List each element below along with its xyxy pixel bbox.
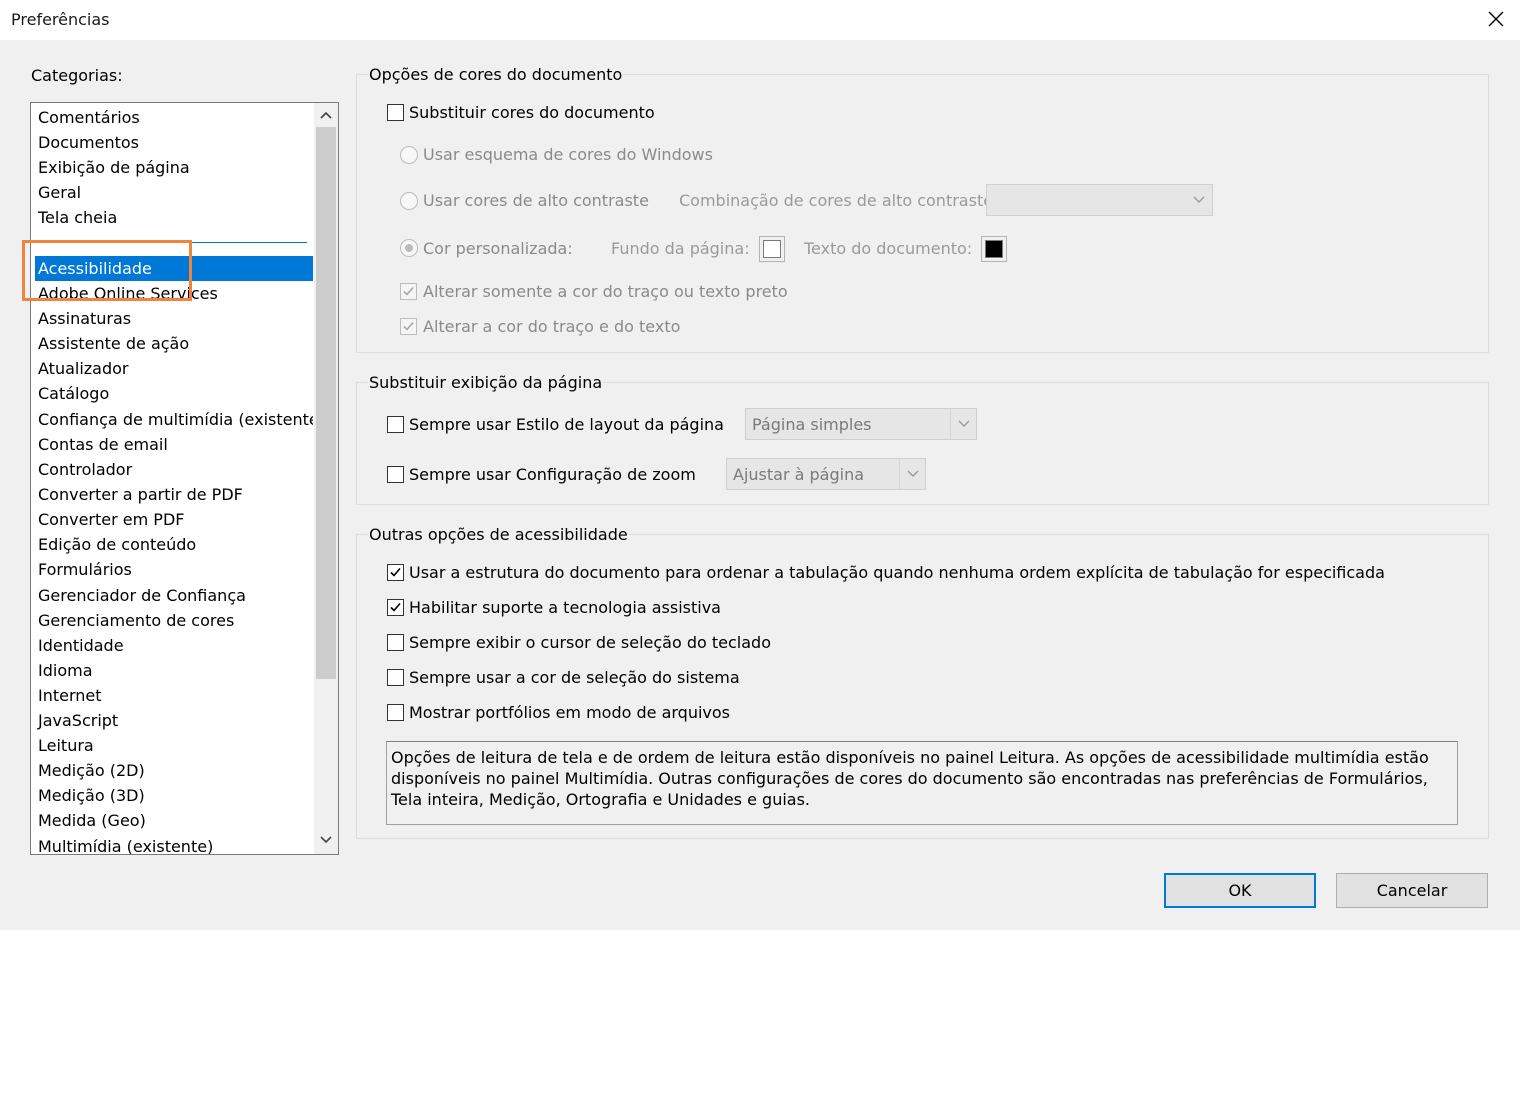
dropdown-arrow <box>1186 185 1212 215</box>
list-item-converter-a-partir-de-pdf[interactable]: Converter a partir de PDF <box>35 482 313 507</box>
page-display-title: Substituir exibição da página <box>368 373 604 392</box>
change-line-text-label: Alterar a cor do traço e do texto <box>423 317 681 336</box>
portfolios-checkbox[interactable] <box>387 704 404 721</box>
keyboard-cursor-label: Sempre exibir o cursor de seleção do tec… <box>409 633 771 652</box>
dropdown-arrow <box>899 459 925 489</box>
close-icon <box>1488 11 1504 27</box>
list-item-medida-geo[interactable]: Medida (Geo) <box>35 808 313 833</box>
list-item-comentarios[interactable]: Comentários <box>35 105 313 130</box>
list-separator <box>35 242 307 243</box>
high-contrast-label: Usar cores de alto contraste <box>423 191 649 210</box>
always-layout-label: Sempre usar Estilo de layout da página <box>409 415 724 434</box>
page-background-swatch[interactable] <box>759 236 785 262</box>
list-item-catalogo[interactable]: Catálogo <box>35 381 313 406</box>
change-black-only-label: Alterar somente a cor do traço ou texto … <box>423 282 788 301</box>
cancel-button[interactable]: Cancelar <box>1336 873 1488 908</box>
doc-colors-title: Opções de cores do documento <box>368 65 624 84</box>
list-scrollbar[interactable] <box>314 103 338 854</box>
list-item-tela-cheia[interactable]: Tela cheia <box>35 205 313 230</box>
categories-label: Categorias: <box>31 66 123 85</box>
layout-dropdown-value: Página simples <box>752 415 872 434</box>
tab-order-checkbox[interactable] <box>387 564 404 581</box>
list-item-geral[interactable]: Geral <box>35 180 313 205</box>
scroll-down-button[interactable] <box>314 830 338 852</box>
system-selection-label: Sempre usar a cor de seleção do sistema <box>409 668 740 687</box>
replace-colors-checkbox[interactable] <box>387 104 404 121</box>
list-item-atualizador[interactable]: Atualizador <box>35 356 313 381</box>
chevron-down-icon <box>907 470 919 477</box>
assistive-label: Habilitar suporte a tecnologia assistiva <box>409 598 721 617</box>
list-item-medicao-2d[interactable]: Medição (2D) <box>35 758 313 783</box>
checkmark-icon <box>403 321 414 331</box>
chevron-down-icon <box>1193 196 1205 203</box>
list-item-adobe-online-services[interactable]: Adobe Online Services <box>35 281 313 306</box>
custom-color-label: Cor personalizada: <box>423 239 573 258</box>
list-item-assistente-de-acao[interactable]: Assistente de ação <box>35 331 313 356</box>
document-text-label: Texto do documento: <box>804 239 973 258</box>
always-layout-checkbox[interactable] <box>387 416 404 433</box>
document-text-color <box>985 240 1003 258</box>
list-item-identidade[interactable]: Identidade <box>35 633 313 658</box>
system-selection-checkbox[interactable] <box>387 669 404 686</box>
assistive-checkbox[interactable] <box>387 599 404 616</box>
chevron-up-icon <box>320 111 332 119</box>
list-item-confianca-multimidia[interactable]: Confiança de multimídia (existente) <box>35 407 313 432</box>
list-item-documentos[interactable]: Documentos <box>35 130 313 155</box>
always-zoom-checkbox[interactable] <box>387 466 404 483</box>
list-item-javascript[interactable]: JavaScript <box>35 708 313 733</box>
windows-scheme-label: Usar esquema de cores do Windows <box>423 145 713 164</box>
replace-colors-label: Substituir cores do documento <box>409 103 655 122</box>
chevron-down-icon <box>320 836 332 844</box>
title-bar: Preferências <box>0 0 1520 40</box>
list-item-gerenciamento-de-cores[interactable]: Gerenciamento de cores <box>35 608 313 633</box>
ok-button[interactable]: OK <box>1164 873 1316 908</box>
chevron-down-icon <box>958 420 970 427</box>
checkmark-icon <box>390 602 401 612</box>
always-zoom-label: Sempre usar Configuração de zoom <box>409 465 696 484</box>
high-contrast-combo-label: Combinação de cores de alto contraste: <box>679 191 999 210</box>
other-options-title: Outras opções de acessibilidade <box>368 525 629 544</box>
high-contrast-dropdown[interactable] <box>986 184 1213 216</box>
list-item-converter-em-pdf[interactable]: Converter em PDF <box>35 507 313 532</box>
close-button[interactable] <box>1480 4 1512 34</box>
page-background-color <box>763 240 781 258</box>
document-text-swatch[interactable] <box>981 236 1007 262</box>
list-item-formularios[interactable]: Formulários <box>35 557 313 582</box>
preferences-dialog: Preferências Categorias: Comentários Doc… <box>0 0 1520 930</box>
window-title: Preferências <box>11 10 110 29</box>
categories-list[interactable]: Comentários Documentos Exibição de págin… <box>30 102 339 855</box>
high-contrast-radio[interactable] <box>400 192 418 210</box>
list-item-leitura[interactable]: Leitura <box>35 733 313 758</box>
list-item-idioma[interactable]: Idioma <box>35 658 313 683</box>
change-black-only-checkbox[interactable] <box>400 283 417 300</box>
list-item-gerenciador-de-confianca[interactable]: Gerenciador de Confiança <box>35 583 313 608</box>
list-item-edicao-de-conteudo[interactable]: Edição de conteúdo <box>35 532 313 557</box>
checkmark-icon <box>390 567 401 577</box>
scroll-thumb[interactable] <box>316 127 336 679</box>
page-background-label: Fundo da página: <box>611 239 750 258</box>
zoom-dropdown-value: Ajustar à página <box>733 465 865 484</box>
list-item-multimidia[interactable]: Multimídia (existente) <box>35 834 313 854</box>
keyboard-cursor-checkbox[interactable] <box>387 634 404 651</box>
info-text-box: Opções de leitura de tela e de ordem de … <box>386 741 1458 825</box>
layout-dropdown[interactable]: Página simples <box>745 408 977 440</box>
list-item-contas-de-email[interactable]: Contas de email <box>35 432 313 457</box>
list-item-assinaturas[interactable]: Assinaturas <box>35 306 313 331</box>
scroll-up-button[interactable] <box>314 105 338 127</box>
list-item-medicao-3d[interactable]: Medição (3D) <box>35 783 313 808</box>
change-line-text-checkbox[interactable] <box>400 318 417 335</box>
dropdown-arrow <box>950 409 976 439</box>
list-item-exibicao-de-pagina[interactable]: Exibição de página <box>35 155 313 180</box>
windows-scheme-radio[interactable] <box>400 146 418 164</box>
zoom-dropdown[interactable]: Ajustar à página <box>726 458 926 490</box>
checkmark-icon <box>403 286 414 296</box>
tab-order-label: Usar a estrutura do documento para orden… <box>409 563 1385 582</box>
list-item-acessibilidade[interactable]: Acessibilidade <box>35 256 313 281</box>
list-item-internet[interactable]: Internet <box>35 683 313 708</box>
portfolios-label: Mostrar portfólios em modo de arquivos <box>409 703 731 722</box>
list-item-controlador[interactable]: Controlador <box>35 457 313 482</box>
custom-color-radio[interactable] <box>400 239 418 257</box>
